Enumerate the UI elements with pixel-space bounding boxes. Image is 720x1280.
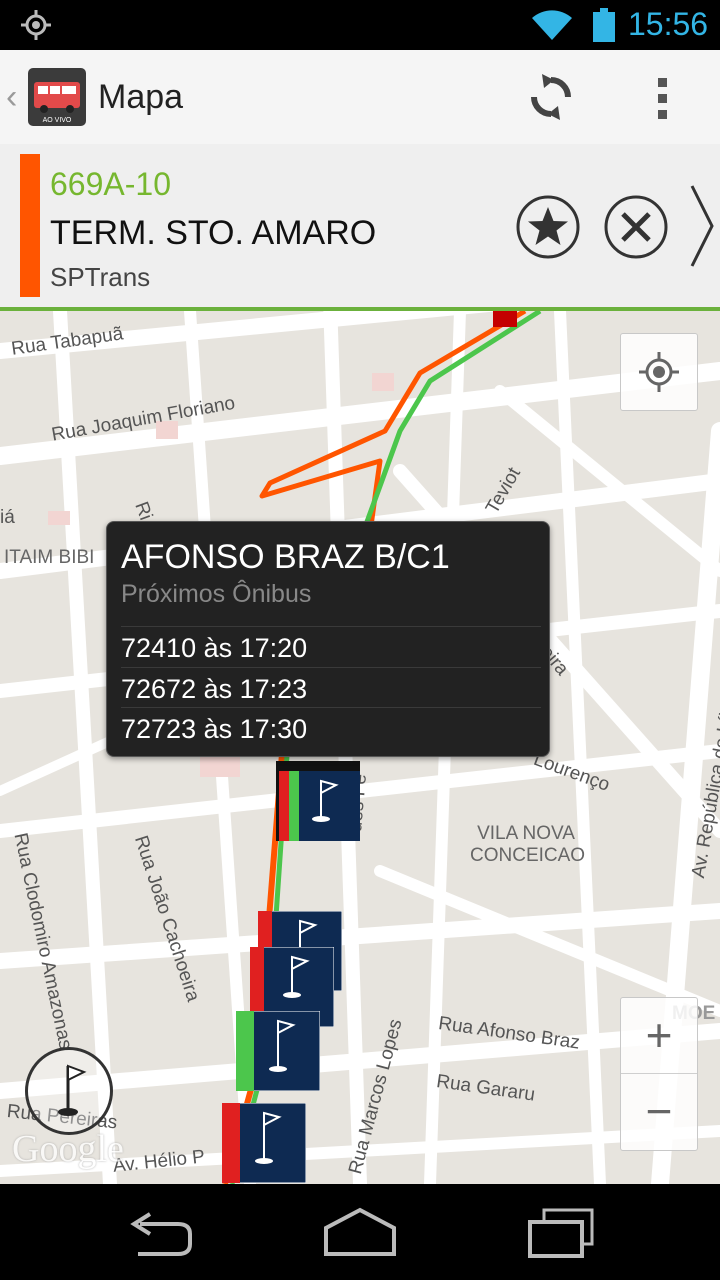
bus-stop-popup[interactable]: AFONSO BRAZ B/C1 Próximos Ônibus 72410 à… — [106, 521, 550, 757]
route-code: 669A-10 — [50, 166, 171, 202]
my-location-button[interactable] — [620, 333, 698, 411]
page-title: Mapa — [98, 78, 184, 116]
star-icon — [528, 207, 568, 245]
route-color-strip — [20, 154, 40, 297]
home-icon[interactable] — [320, 1204, 400, 1260]
recent-apps-icon[interactable] — [520, 1204, 600, 1260]
map-view[interactable]: Rua Tabapuã Rua Joaquim Floriano Teviot … — [0, 311, 720, 1184]
flag-icon — [58, 1064, 87, 1116]
district-label: ITAIM BIBI — [4, 547, 95, 568]
street-label: iá — [0, 507, 15, 528]
popup-subtitle: Próximos Ônibus — [121, 580, 312, 608]
zoom-controls: + − — [620, 997, 698, 1151]
clock: 15:56 — [628, 6, 709, 42]
arrival-row: 72672 às 17:23 — [121, 667, 541, 705]
app-icon[interactable]: AO VIVO — [28, 68, 86, 126]
arrival-row: 72410 às 17:20 — [121, 626, 541, 664]
up-chevron-icon[interactable]: ‹ — [6, 78, 17, 117]
district-label-line: CONCEICAO — [470, 845, 586, 866]
battery-icon — [593, 8, 615, 42]
bus-stops-toggle-button[interactable] — [25, 1047, 113, 1135]
system-nav-bar — [0, 1184, 720, 1280]
wifi-icon — [532, 10, 572, 40]
route-destination: TERM. STO. AMARO — [50, 214, 377, 252]
district-label-line: VILA NOVA — [477, 823, 575, 844]
back-icon[interactable] — [120, 1204, 200, 1260]
route-operator: SPTrans — [50, 262, 151, 292]
arrival-row: 72723 às 17:30 — [121, 707, 541, 745]
overflow-menu-icon[interactable] — [648, 74, 678, 122]
action-bar: ‹ AO VIVO Mapa — [0, 50, 720, 145]
route-header: 669A-10 TERM. STO. AMARO SPTrans — [0, 144, 720, 311]
status-bar: 15:56 — [0, 0, 720, 50]
bus-stop-marker[interactable] — [276, 761, 360, 841]
zoom-in-button[interactable]: + — [621, 998, 697, 1074]
bus-stop-marker[interactable] — [236, 1011, 320, 1091]
close-route-button[interactable] — [603, 194, 669, 260]
zoom-out-button[interactable]: − — [621, 1074, 697, 1149]
district-label: VILA NOVA CONCEICAO — [470, 823, 586, 867]
google-watermark: Google — [12, 1128, 124, 1170]
popup-stop-name: AFONSO BRAZ B/C1 — [121, 538, 450, 576]
crosshair-icon — [639, 352, 679, 392]
gps-icon — [21, 10, 51, 40]
favorite-star-button[interactable] — [515, 194, 581, 260]
next-chevron-icon[interactable] — [688, 184, 716, 268]
app-icon-label: AO VIVO — [43, 117, 72, 124]
refresh-icon[interactable] — [526, 72, 576, 122]
bus-stop-marker[interactable] — [222, 1103, 306, 1183]
